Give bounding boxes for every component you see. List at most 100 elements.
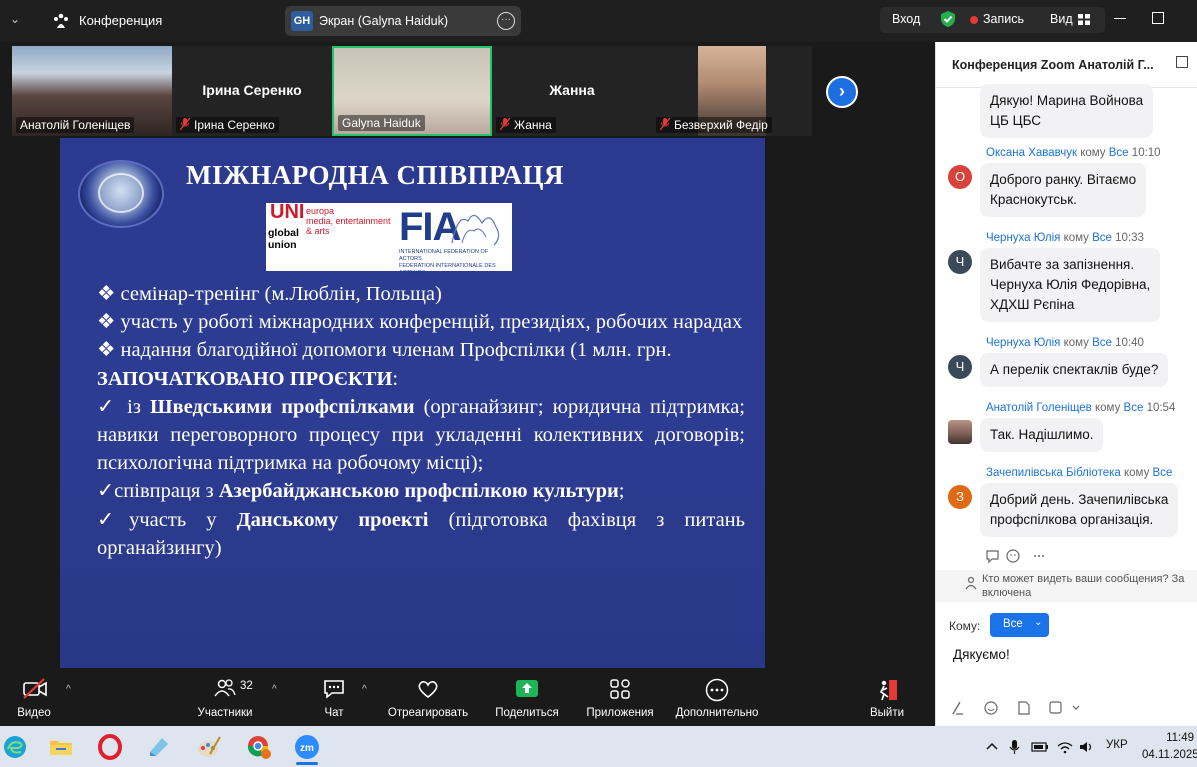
mic-muted-icon: [180, 118, 190, 130]
more-options-icon[interactable]: ···: [497, 12, 515, 30]
edge-browser-icon[interactable]: [2, 734, 28, 760]
project-item: ✓співпраця з Азербайджанською профспілко…: [97, 480, 625, 503]
fia-figures-art: [451, 214, 500, 246]
share-screen-button[interactable]: Поделиться: [490, 670, 564, 726]
reply-icon[interactable]: [986, 550, 999, 564]
privacy-note-text: Кто может видеть ваши сообщения? За вклю…: [982, 573, 1185, 599]
message-time: 10:33: [1115, 232, 1144, 244]
notes-app-icon[interactable]: [146, 734, 172, 760]
message-time: 10:10: [1131, 147, 1161, 159]
minimize-window-icon[interactable]: [1114, 18, 1126, 19]
volume-icon[interactable]: [1080, 742, 1092, 752]
conference-icon: [54, 13, 68, 28]
chevron-up-icon[interactable]: [986, 742, 998, 750]
recipient-select[interactable]: Все ⌄: [990, 613, 1049, 637]
view-button[interactable]: Вид: [1050, 12, 1073, 26]
participant-name-tag: Безверхий Федір: [656, 117, 772, 133]
windows-taskbar: zm УКР 11:49 04.11.2025: [0, 726, 1197, 767]
chat-message-input[interactable]: Дякуємо!: [953, 647, 1010, 662]
sender-avatar: Ч: [948, 355, 972, 379]
participant-name: Galyna Haiduk: [338, 115, 425, 131]
file-explorer-icon[interactable]: [48, 734, 74, 760]
apps-icon: [610, 679, 630, 699]
popout-chat-icon[interactable]: [1176, 56, 1188, 68]
participant-tile-active-speaker[interactable]: Galyna Haiduk: [332, 46, 492, 136]
wifi-icon[interactable]: [1057, 742, 1073, 754]
chat-header: Конференция Zoom Анатолій Г...: [936, 42, 1197, 88]
participant-tile[interactable]: Жанна Жанна: [492, 46, 652, 136]
participant-tile[interactable]: Анатолій Голеніщев: [12, 46, 172, 136]
message-sender: Оксана Хававчук: [986, 147, 1078, 159]
chrome-browser-icon[interactable]: [246, 734, 272, 760]
sender-avatar-photo: [948, 420, 972, 444]
leave-meeting-button[interactable]: Выйти: [860, 670, 914, 726]
shared-screen-area: МІЖНАРОДНА СПІВПРАЦЯ UNI global union eu…: [0, 138, 935, 670]
video-options-caret-icon[interactable]: ^: [66, 684, 71, 695]
more-actions-icon[interactable]: [1034, 555, 1044, 557]
chat-message-bubble: Дякую! Марина Войнова ЦБ ЦБС: [980, 84, 1154, 138]
participant-tile[interactable]: Безверхий Федір: [652, 46, 812, 136]
chat-button[interactable]: Чат: [309, 670, 359, 726]
active-app-indicator: [296, 762, 318, 765]
participants-button[interactable]: 32 Участники: [190, 670, 260, 726]
screen-share-label: Экран (Galyna Haiduk): [319, 14, 449, 28]
chat-privacy-note[interactable]: Кто может видеть ваши сообщения? За вклю…: [936, 570, 1197, 602]
participant-name: Ірина Серенко: [194, 118, 275, 132]
chat-message-bubble: Так. Надішлимо.: [980, 418, 1104, 452]
message-to-word: кому: [1063, 232, 1089, 244]
exit-icon: [879, 680, 897, 701]
grid-view-icon[interactable]: [1078, 14, 1090, 25]
enter-button[interactable]: Вход: [892, 12, 920, 26]
meeting-topbar: ⌄ Конференция GH Экран (Galyna Haiduk) ·…: [0, 0, 1197, 42]
add-reaction-icon[interactable]: [1006, 549, 1020, 563]
attach-file-icon[interactable]: [1018, 701, 1030, 715]
paint-app-icon[interactable]: [196, 734, 222, 760]
opera-browser-icon[interactable]: [97, 734, 123, 760]
chat-icon: [324, 680, 344, 699]
chat-message-bubble: А перелік спектаклів буде?: [980, 353, 1169, 387]
video-button[interactable]: Видео: [4, 670, 64, 726]
chevron-down-icon[interactable]: ⌄: [10, 12, 20, 26]
project-item: ✓участь у Данському проекті (підготовка …: [97, 508, 745, 559]
gallery-next-page-button[interactable]: ›: [826, 76, 858, 108]
security-shield-icon[interactable]: [940, 10, 956, 28]
message-to-word: кому: [1124, 467, 1150, 479]
system-clock[interactable]: 11:49 04.11.2025: [1142, 730, 1197, 764]
apps-button[interactable]: Приложения: [582, 670, 658, 726]
recording-button[interactable]: Запись: [983, 12, 1024, 26]
message-to-word: кому: [1080, 147, 1106, 159]
uni-logo: UNI: [270, 201, 305, 223]
chevron-down-icon: ⌄: [1034, 617, 1043, 628]
battery-icon[interactable]: [1031, 742, 1048, 752]
maximize-window-icon[interactable]: [1152, 12, 1164, 24]
more-button[interactable]: Дополнительно: [670, 670, 764, 726]
camera-off-icon: [23, 678, 47, 699]
participant-name-tag: Жанна: [496, 117, 556, 133]
message-actions: [986, 549, 1044, 564]
react-button[interactable]: Отреагировать: [383, 670, 473, 726]
chat-message-meta: Оксана Хававчук кому Все 10:10: [986, 147, 1161, 159]
slide-bullet: ❖ участь у роботі міжнародних конференці…: [97, 311, 743, 334]
participants-options-caret-icon[interactable]: ^: [272, 684, 277, 695]
chat-message-meta: Зачепилівська Бібліотека кому Все: [986, 467, 1172, 479]
zoom-app-icon[interactable]: zm: [294, 734, 320, 760]
screenshot-icon[interactable]: [1049, 701, 1062, 714]
format-text-icon[interactable]: [952, 701, 963, 715]
sender-avatar: З: [948, 485, 972, 509]
participant-name: Анатолій Голеніщев: [16, 117, 135, 133]
conference-title[interactable]: Конференция: [79, 13, 162, 28]
participant-tile[interactable]: Ірина Серенко Ірина Серенко: [172, 46, 332, 136]
heart-react-icon: [418, 681, 438, 699]
emoji-icon[interactable]: [984, 701, 998, 715]
participant-center-name: Ірина Серенко: [202, 82, 302, 98]
screen-share-indicator[interactable]: GH Экран (Galyna Haiduk) ···: [285, 6, 521, 36]
message-recipient: Все: [1152, 467, 1173, 479]
microphone-icon[interactable]: [1009, 740, 1020, 754]
chat-message-bubble: Вибачте за запізнення. Чернуха Юлія Федо…: [980, 248, 1161, 322]
chat-options-caret-icon[interactable]: ^: [362, 684, 367, 695]
presentation-slide: МІЖНАРОДНА СПІВПРАЦЯ UNI global union eu…: [60, 138, 765, 668]
participants-icon: [214, 679, 236, 697]
keyboard-language[interactable]: УКР: [1106, 739, 1128, 751]
message-time: 10:54: [1146, 402, 1176, 414]
chevron-down-icon[interactable]: [1072, 705, 1080, 710]
